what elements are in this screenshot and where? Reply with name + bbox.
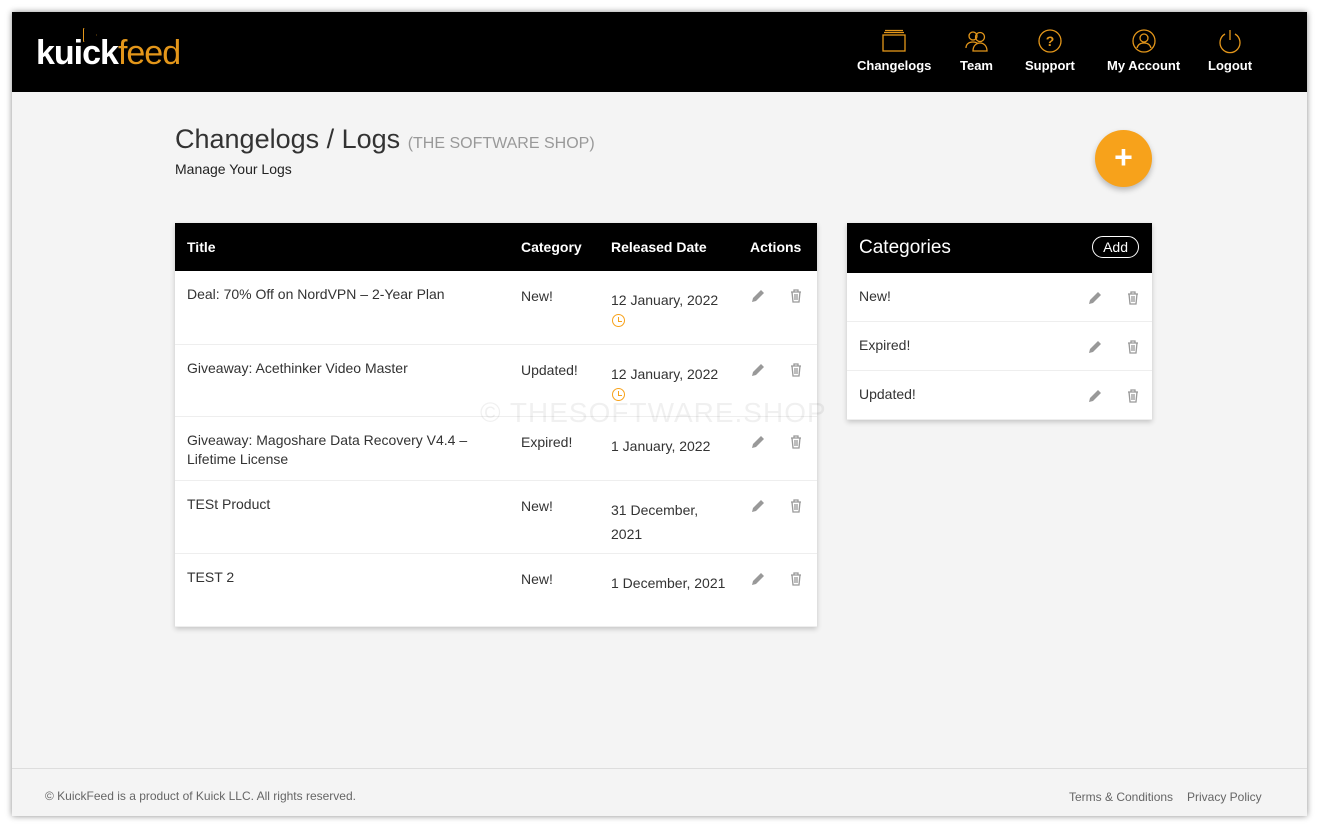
log-title[interactable]: Giveaway: Magoshare Data Recovery V4.4 –… xyxy=(187,431,487,469)
clock-icon xyxy=(612,314,625,327)
log-title[interactable]: Deal: 70% Off on NordVPN – 2-Year Plan xyxy=(187,285,487,304)
category-item: Updated! xyxy=(847,371,1152,420)
table-header: Title Category Released Date Actions xyxy=(175,223,817,271)
add-log-button[interactable]: + xyxy=(1095,130,1152,187)
edit-pencil-icon[interactable] xyxy=(750,571,766,587)
table-row: TEST 2 New! 1 December, 2021 xyxy=(175,554,817,627)
category-item: New! xyxy=(847,273,1152,322)
log-category: New! xyxy=(521,571,553,587)
log-title[interactable]: TESt Product xyxy=(187,495,487,514)
table-row: Deal: 70% Off on NordVPN – 2-Year Plan N… xyxy=(175,271,817,345)
page-subtitle: Manage Your Logs xyxy=(175,161,292,177)
category-label: Updated! xyxy=(859,386,916,402)
edit-pencil-icon[interactable] xyxy=(1087,388,1103,404)
play-icon xyxy=(83,28,95,40)
log-date: 12 January, 2022 xyxy=(611,292,719,308)
log-category: New! xyxy=(521,288,553,304)
nav-team[interactable]: Team xyxy=(960,28,993,73)
delete-trash-icon[interactable] xyxy=(788,571,804,587)
log-date: 12 January, 2022 xyxy=(611,366,719,382)
folder-icon xyxy=(882,29,906,52)
category-item: Expired! xyxy=(847,322,1152,371)
delete-trash-icon[interactable] xyxy=(1125,290,1141,306)
user-icon xyxy=(1131,29,1156,53)
add-category-button[interactable]: Add xyxy=(1092,236,1139,258)
table-row: TESt Product New! 31 December, 2021 xyxy=(175,481,817,554)
power-icon xyxy=(1219,30,1241,54)
edit-pencil-icon[interactable] xyxy=(750,498,766,514)
kuickfeed-logo[interactable]: kuickfeed xyxy=(36,34,181,73)
log-date: 1 December, 2021 xyxy=(611,575,726,591)
edit-pencil-icon[interactable] xyxy=(750,362,766,378)
nav-support[interactable]: ? Support xyxy=(1025,28,1075,73)
nav-logout[interactable]: Logout xyxy=(1208,28,1252,73)
log-date: 1 January, 2022 xyxy=(611,438,711,454)
delete-trash-icon[interactable] xyxy=(788,498,804,514)
categories-header: Categories Add xyxy=(847,223,1152,273)
nav-my-account[interactable]: My Account xyxy=(1107,28,1180,73)
log-date: 31 December, 2021 xyxy=(611,502,699,542)
watermark: © THESOFTWARE.SHOP xyxy=(480,397,827,428)
svg-text:?: ? xyxy=(1046,33,1055,49)
delete-trash-icon[interactable] xyxy=(1125,339,1141,355)
copyright: © KuickFeed is a product of Kuick LLC. A… xyxy=(45,789,356,803)
org-name: (THE SOFTWARE SHOP) xyxy=(407,135,595,152)
category-label: Expired! xyxy=(859,337,911,353)
edit-pencil-icon[interactable] xyxy=(750,434,766,450)
category-label: New! xyxy=(859,288,891,304)
footer: © KuickFeed is a product of Kuick LLC. A… xyxy=(12,768,1307,816)
app-window: kuickfeed Changelogs Team ? Support My A… xyxy=(12,12,1307,816)
edit-pencil-icon[interactable] xyxy=(1087,339,1103,355)
delete-trash-icon[interactable] xyxy=(788,288,804,304)
delete-trash-icon[interactable] xyxy=(788,434,804,450)
log-category: Expired! xyxy=(521,434,573,450)
nav-changelogs[interactable]: Changelogs xyxy=(857,28,931,73)
top-header: kuickfeed Changelogs Team ? Support My A… xyxy=(12,12,1307,92)
question-icon: ? xyxy=(1038,29,1062,53)
log-title[interactable]: Giveaway: Acethinker Video Master xyxy=(187,359,487,378)
edit-pencil-icon[interactable] xyxy=(750,288,766,304)
team-icon xyxy=(964,31,988,52)
edit-pencil-icon[interactable] xyxy=(1087,290,1103,306)
terms-link[interactable]: Terms & Conditions xyxy=(1069,790,1173,804)
log-category: New! xyxy=(521,498,553,514)
categories-panel: Categories Add New! Expired! Updated! xyxy=(847,223,1152,420)
privacy-link[interactable]: Privacy Policy xyxy=(1187,790,1262,804)
log-category: Updated! xyxy=(521,362,578,378)
delete-trash-icon[interactable] xyxy=(788,362,804,378)
log-title[interactable]: TEST 2 xyxy=(187,568,487,587)
delete-trash-icon[interactable] xyxy=(1125,388,1141,404)
page-title: Changelogs / Logs (THE SOFTWARE SHOP) xyxy=(175,124,595,154)
